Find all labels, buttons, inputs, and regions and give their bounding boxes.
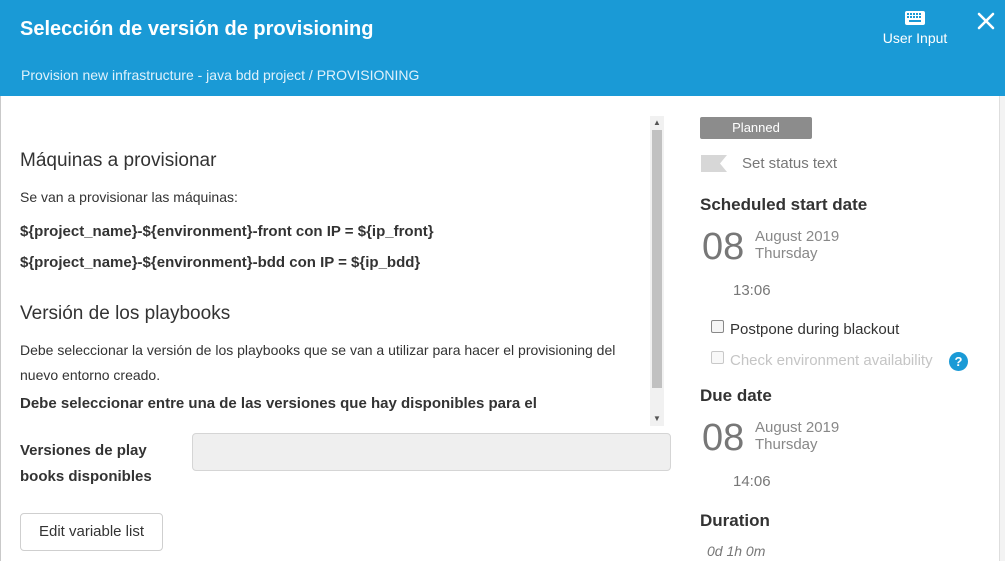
status-badge: Planned xyxy=(700,117,812,139)
scheduled-start-heading: Scheduled start date xyxy=(700,195,868,214)
dialog-left-border xyxy=(0,96,1,561)
playbook-versions-label: Versiones de play books disponibles xyxy=(20,442,152,485)
due-weekday: Thursday xyxy=(755,436,818,453)
keyboard-icon xyxy=(905,11,925,25)
flag-icon xyxy=(701,155,727,172)
due-day[interactable]: 08 xyxy=(702,417,744,460)
user-input-button[interactable]: User Input xyxy=(868,8,962,60)
scheduled-month-year[interactable]: August 2019 xyxy=(755,228,839,245)
dialog-title: Selección de versión de provisioning xyxy=(20,18,374,40)
playbooks-paragraph: Debe seleccionar la versión de los playb… xyxy=(20,342,616,383)
due-time[interactable]: 14:06 xyxy=(733,473,771,490)
duration-heading: Duration xyxy=(700,511,770,530)
section-heading-playbooks: Versión de los playbooks xyxy=(20,303,231,324)
scheduled-time[interactable]: 13:06 xyxy=(733,282,771,299)
machine-bdd: ${project_name}-${environment}-bdd con I… xyxy=(20,254,421,271)
close-icon[interactable] xyxy=(974,9,998,33)
user-input-label: User Input xyxy=(882,30,948,46)
playbooks-instruction: Debe seleccionar entre una de las versio… xyxy=(20,395,537,412)
scheduled-day[interactable]: 08 xyxy=(702,226,744,269)
postpone-label[interactable]: Postpone during blackout xyxy=(730,321,899,338)
page-scrollbar[interactable] xyxy=(999,96,1005,561)
dialog-header: Selección de versión de provisioning Pro… xyxy=(0,0,1005,96)
description-panel: Máquinas a provisionar Se van a provisio… xyxy=(20,116,648,427)
help-icon[interactable]: ? xyxy=(949,352,968,371)
due-month-year[interactable]: August 2019 xyxy=(755,419,839,436)
set-status-text-link[interactable]: Set status text xyxy=(742,155,837,172)
due-date-heading: Due date xyxy=(700,386,772,405)
machines-intro: Se van a provisionar las máquinas: xyxy=(20,189,238,205)
description-scrollbar[interactable]: ▲ ▼ xyxy=(650,116,664,426)
check-environment-label: Check environment availability xyxy=(730,352,933,369)
scroll-down-arrow-icon[interactable]: ▼ xyxy=(650,412,664,426)
scroll-up-arrow-icon[interactable]: ▲ xyxy=(650,116,664,130)
playbook-versions-input[interactable] xyxy=(192,433,671,471)
check-environment-checkbox[interactable] xyxy=(711,351,724,364)
scheduled-weekday: Thursday xyxy=(755,245,818,262)
breadcrumb[interactable]: Provision new infrastructure - java bdd … xyxy=(21,67,419,83)
machine-front: ${project_name}-${environment}-front con… xyxy=(20,223,434,240)
postpone-checkbox[interactable] xyxy=(711,320,724,333)
edit-variable-list-button[interactable]: Edit variable list xyxy=(20,513,163,551)
scroll-thumb[interactable] xyxy=(652,130,662,388)
duration-value[interactable]: 0d 1h 0m xyxy=(707,543,765,559)
section-heading-machines: Máquinas a provisionar xyxy=(20,150,217,171)
